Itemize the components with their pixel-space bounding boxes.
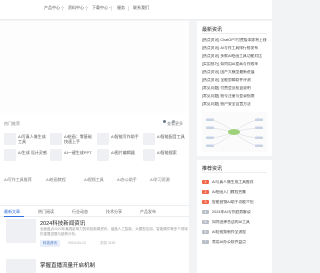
sidebar-news-link[interactable]: [实用技巧] 如何用AI提高写作效率 xyxy=(202,62,270,67)
article-views: 浏览 1152 xyxy=(100,241,116,245)
grid-item-label: AI智能配音工具 xyxy=(157,134,185,139)
nav-item-service[interactable]: 服务 xyxy=(117,5,125,11)
grid-item-label: AI智能写作助手 xyxy=(111,134,139,139)
rank-text: AI写真人像生成工具推荐 xyxy=(212,180,254,184)
article-thumbnail xyxy=(6,219,36,243)
nav-item-contact[interactable]: 联系我们 xyxy=(133,5,149,11)
grid-thumbnail xyxy=(50,133,62,145)
article-item[interactable]: 掌握直播流量开启机制 xyxy=(0,259,189,273)
sidebar-latest-card: 最新资讯 [热点资讯] ChatGPT付费版本即将上线 [热点资讯] AI写作工… xyxy=(197,21,272,156)
article-thumbnail xyxy=(6,259,36,273)
grid-thumbnail xyxy=(143,133,155,145)
rank-text: 智能营销AI助手功能介绍 xyxy=(212,200,254,204)
grid-thumbnail xyxy=(143,149,155,161)
tab-latest[interactable]: 最新文章 xyxy=(4,209,20,215)
rank-item[interactable]: 1 AI写真人像生成工具推荐 xyxy=(202,180,270,185)
nav-item-label: 下载中心 xyxy=(92,5,108,10)
nav-item-label: 服务 xyxy=(117,5,125,10)
rank-number: 2 xyxy=(202,190,209,194)
nav-item-products[interactable]: 产品中心 xyxy=(44,5,64,11)
grid-item-label: AI智能搜索 xyxy=(157,150,177,155)
sidebar-recommend-title: 推荐资讯 xyxy=(202,166,223,172)
divider xyxy=(202,33,267,34)
section-title-hot: 热门推荐 xyxy=(4,121,20,126)
article-tabs: 最新文章 热门阅读 行业动态 技术分享 产品发布 xyxy=(0,205,189,217)
top-nav: 产品中心 资料中心 下载中心 服务 联系我们 xyxy=(0,0,272,20)
quick-link[interactable]: AI绘画教程 xyxy=(46,177,66,183)
rank-text: 如何选择合适的AI工具 xyxy=(212,220,250,224)
sidebar-news-link[interactable]: [常见问题] 账号注册与登录指南 xyxy=(202,94,270,99)
rank-text: AI绘画入门教程合集 xyxy=(212,190,246,194)
quick-link[interactable]: AI写作工具推荐 xyxy=(4,177,32,183)
rank-text: 2024年AI写作趋势解读 xyxy=(212,210,251,214)
tab-tech[interactable]: 技术分享 xyxy=(106,209,122,215)
article-title[interactable]: 2024科技新闻资讯 xyxy=(40,219,85,227)
tab-popular[interactable]: 热门阅读 xyxy=(38,209,54,215)
quick-link[interactable]: AI学习资源 xyxy=(150,177,170,183)
article-item[interactable]: 2024科技新闻资讯 全面盘点2024年最具影响力的科技新闻资讯，涵盖人工智能、… xyxy=(0,219,189,259)
hero-banner[interactable] xyxy=(0,21,189,113)
tab-release[interactable]: 产品发布 xyxy=(140,209,156,215)
rank-item[interactable]: 7 常用AI办公软件盘点 xyxy=(202,240,270,245)
grid-thumbnail xyxy=(4,149,16,161)
article-title[interactable]: 掌握直播流量开启机制 xyxy=(40,261,95,269)
grid-item-label: AI图片编辑器 xyxy=(111,150,135,155)
article-description: 全面盘点2024年最具影响力的科技新闻资讯，涵盖人工智能、大模型应用、智能硬件等… xyxy=(40,227,188,236)
rank-number: 1 xyxy=(202,180,209,184)
sidebar-latest-title: 最新资讯 xyxy=(202,27,223,33)
nav-divider xyxy=(111,6,112,11)
grid-item-label: AI一键生成PPT xyxy=(64,150,92,155)
grid-item-label: AI绘画：零基础 快速上手 xyxy=(64,134,92,144)
nav-divider xyxy=(86,6,87,11)
sidebar-mindmap-image[interactable] xyxy=(202,112,267,152)
carousel-dot[interactable] xyxy=(162,120,166,123)
rank-item[interactable]: 4 2024年AI写作趋势解读 xyxy=(202,210,270,215)
article-tag[interactable]: 科技资讯 xyxy=(40,240,60,247)
rank-number: 4 xyxy=(202,210,209,214)
nav-divider xyxy=(128,6,129,11)
grid-thumbnail xyxy=(97,133,109,145)
main-content: 热门推荐 查看更多 AI写真人像生成 工具 AI绘画：零基础 快速上手 AI智能… xyxy=(0,21,189,273)
active-tab-indicator xyxy=(4,216,24,217)
rank-item[interactable]: 3 智能营销AI助手功能介绍 xyxy=(202,200,270,205)
sidebar-recommend-card: 推荐资讯 1 AI写真人像生成工具推荐 2 AI绘画入门教程合集 3 智能营销AI助手… xyxy=(197,160,272,273)
sidebar-news-link[interactable]: [热点资讯] 全能剪辑软件评测 xyxy=(202,78,270,83)
mindmap-graphic xyxy=(206,118,263,147)
sidebar-news-link[interactable]: [热点资讯] 多款AI绘画工具功能对比 xyxy=(202,54,270,59)
rank-item[interactable]: 2 AI绘画入门教程合集 xyxy=(202,190,270,195)
grid-thumbnail xyxy=(50,149,62,161)
rank-number: 3 xyxy=(202,200,209,204)
grid-thumbnail xyxy=(4,133,16,145)
nav-item-downloads[interactable]: 下载中心 xyxy=(92,5,112,11)
rank-number: 5 xyxy=(202,220,209,224)
rank-text: 常用AI办公软件盘点 xyxy=(212,240,246,244)
nav-item-resources[interactable]: 资料中心 xyxy=(68,5,88,11)
sidebar-news-link[interactable]: [热点资讯] ChatGPT付费版本即将上线 xyxy=(202,38,270,43)
tab-industry[interactable]: 行业动态 xyxy=(72,209,88,215)
article-date: 2024-04-12 xyxy=(68,241,86,245)
nav-item-label: 联系我们 xyxy=(133,5,149,10)
sidebar-news-link[interactable]: [常见问题] 付费会员权益说明 xyxy=(202,86,270,91)
rank-item[interactable]: 5 如何选择合适的AI工具 xyxy=(202,220,270,225)
quick-link[interactable]: AI视频工具 xyxy=(84,177,104,183)
divider xyxy=(202,172,267,173)
grid-item-label: AI生成 设计灵感 xyxy=(18,150,47,155)
rank-text: AI短视频制作全流程 xyxy=(212,230,246,234)
grid-thumbnail xyxy=(97,149,109,161)
quick-link[interactable]: AI办公助手 xyxy=(117,177,137,183)
nav-item-label: 资料中心 xyxy=(68,5,84,10)
rank-item[interactable]: 6 AI短视频制作全流程 xyxy=(202,230,270,235)
sidebar-news-link[interactable]: [热点资讯] 国产大模型最新进展 xyxy=(202,70,270,75)
sidebar-news-link[interactable]: [常见问题] 账户安全设置方法 xyxy=(202,102,270,107)
rank-number: 7 xyxy=(202,240,209,244)
rank-number: 6 xyxy=(202,230,209,234)
more-link[interactable]: 查看更多 xyxy=(167,121,183,127)
nav-divider xyxy=(62,6,63,11)
grid-item-label: AI写真人像生成 工具 xyxy=(18,134,46,144)
sidebar-news-link[interactable]: [热点资讯] AI写作工具排行榜发布 xyxy=(202,46,270,51)
nav-item-label: 产品中心 xyxy=(44,5,60,10)
